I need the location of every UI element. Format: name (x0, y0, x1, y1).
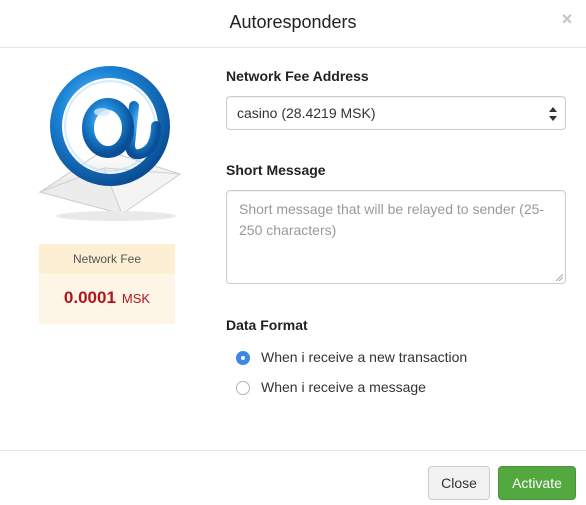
data-format-label: Data Format (226, 317, 308, 333)
radio-button-unchecked[interactable] (236, 381, 250, 395)
short-message-placeholder: Short message that will be relayed to se… (239, 201, 545, 238)
network-fee-address-select[interactable]: casino (28.4219 MSK) (226, 96, 566, 130)
fee-amount: 0.0001 (63, 288, 116, 307)
radio-label: When i receive a new transaction (261, 349, 468, 365)
close-button[interactable]: Close (428, 466, 490, 500)
dialog-header: Autoresponders × (0, 0, 586, 48)
autoresponder-form: Network Fee Address casino (28.4219 MSK)… (226, 68, 566, 395)
radio-label: When i receive a message (261, 379, 426, 395)
fee-unit: MSK (121, 291, 151, 306)
network-fee-label: Network Fee (39, 244, 175, 274)
short-message-textarea[interactable]: Short message that will be relayed to se… (226, 190, 566, 284)
select-arrows-icon (549, 107, 557, 121)
resize-grip-icon[interactable] (555, 273, 563, 281)
dialog-title: Autoresponders (229, 12, 357, 32)
radio-button-checked[interactable] (236, 351, 250, 365)
email-at-icon (38, 66, 182, 221)
network-fee-value: 0.0001 MSK (39, 274, 175, 308)
activate-button[interactable]: Activate (498, 466, 576, 500)
selected-address-value: casino (28.4219 MSK) (237, 105, 376, 121)
network-fee-address-label: Network Fee Address (226, 68, 369, 84)
short-message-label: Short Message (226, 162, 326, 178)
dialog-footer: Close Activate (0, 450, 586, 505)
network-fee-box: Network Fee 0.0001 MSK (39, 244, 175, 324)
autoresponders-dialog: Autoresponders × Network Fee 0.0001 MSK … (0, 0, 586, 505)
close-icon[interactable]: × (558, 10, 576, 28)
